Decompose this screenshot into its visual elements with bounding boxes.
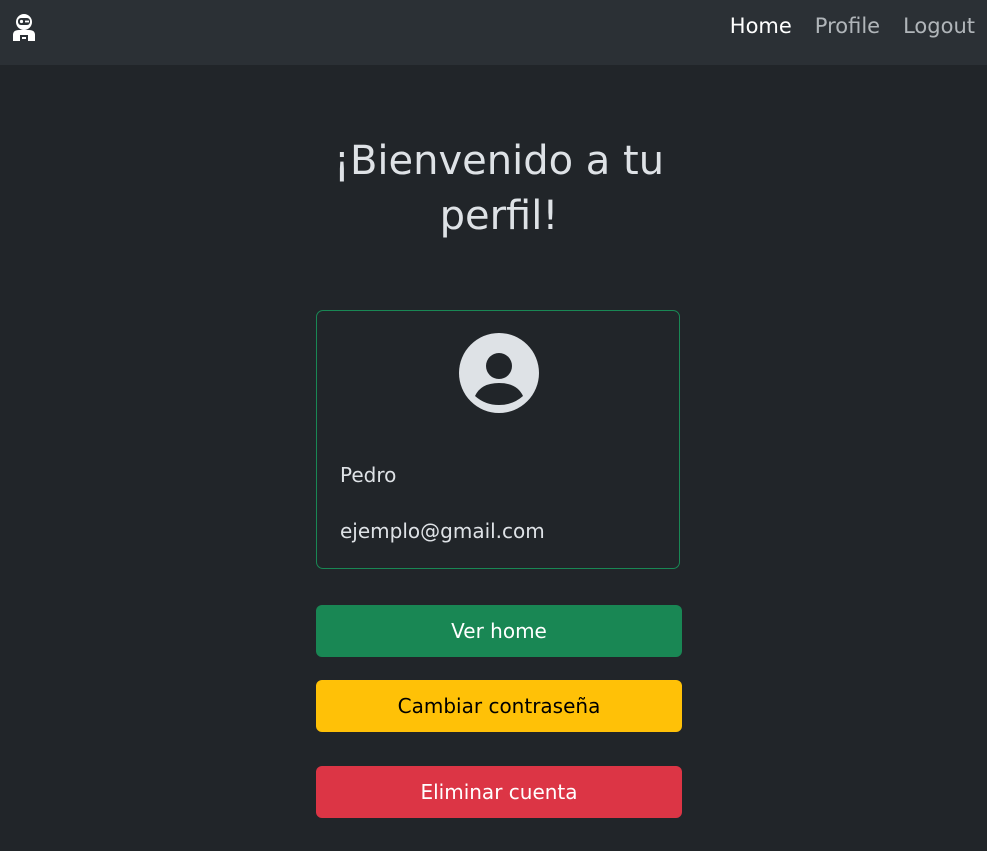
- user-circle-icon: [459, 333, 539, 413]
- robot-logo-icon[interactable]: [11, 13, 37, 43]
- page-title: ¡Bienvenido a tu perfil!: [333, 138, 665, 239]
- nav-link-home[interactable]: Home: [730, 12, 792, 40]
- change-password-button[interactable]: Cambiar contraseña: [316, 680, 682, 732]
- delete-account-button[interactable]: Eliminar cuenta: [316, 766, 682, 818]
- profile-name: Pedro: [340, 463, 397, 487]
- profile-email: ejemplo@gmail.com: [340, 519, 545, 543]
- nav-link-profile[interactable]: Profile: [815, 12, 880, 40]
- navbar: Home Profile Logout: [0, 0, 987, 65]
- nav-link-logout[interactable]: Logout: [903, 12, 975, 40]
- nav-links: Home Profile Logout: [730, 12, 975, 40]
- view-home-button[interactable]: Ver home: [316, 605, 682, 657]
- profile-card: Pedro ejemplo@gmail.com: [316, 310, 680, 569]
